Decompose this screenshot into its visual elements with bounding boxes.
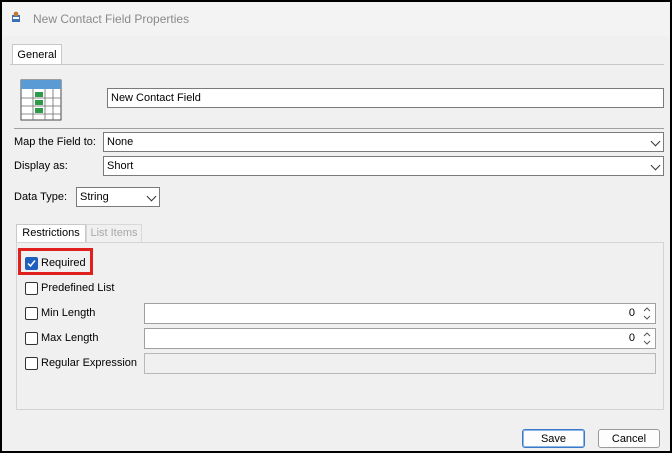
data-type-value: String <box>80 191 109 203</box>
map-field-value: None <box>107 136 134 148</box>
tab-restrictions[interactable]: Restrictions <box>16 224 86 243</box>
display-as-value: Short <box>107 160 134 172</box>
dialog-window: New Contact Field Properties General New… <box>0 0 672 453</box>
title-bar: New Contact Field Properties <box>2 2 670 36</box>
display-as-label: Display as: <box>14 160 68 172</box>
max-length-label: Max Length <box>41 332 99 344</box>
map-field-select[interactable]: None <box>103 132 664 152</box>
predefined-list-label: Predefined List <box>41 282 115 294</box>
cancel-button[interactable]: Cancel <box>598 429 660 448</box>
restrictions-panel <box>16 242 664 410</box>
tab-list-items[interactable]: List Items <box>86 224 142 243</box>
max-length-stepper[interactable]: 0 <box>144 328 656 349</box>
map-field-label: Map the Field to: <box>14 136 96 148</box>
max-length-checkbox[interactable] <box>25 332 38 345</box>
field-name-input[interactable]: New Contact Field <box>107 88 664 108</box>
window-title: New Contact Field Properties <box>33 12 190 26</box>
data-type-label: Data Type: <box>14 191 67 203</box>
regex-label: Regular Expression <box>41 357 137 369</box>
display-as-select[interactable]: Short <box>103 156 664 176</box>
min-length-value: 0 <box>628 307 635 319</box>
chevron-down-icon <box>650 136 661 147</box>
spinner-arrows-icon[interactable] <box>640 305 654 322</box>
save-button[interactable]: Save <box>522 429 585 448</box>
chevron-down-icon <box>650 160 661 171</box>
contact-app-icon <box>12 11 20 22</box>
separator <box>14 128 664 129</box>
min-length-checkbox[interactable] <box>25 307 38 320</box>
regex-input <box>144 353 656 374</box>
chevron-down-icon <box>146 191 157 202</box>
table-grid-icon <box>20 79 62 121</box>
max-length-value: 0 <box>628 332 635 344</box>
predefined-list-checkbox[interactable] <box>25 282 38 295</box>
data-type-select[interactable]: String <box>76 187 160 207</box>
min-length-label: Min Length <box>41 307 96 319</box>
spinner-arrows-icon[interactable] <box>640 330 654 347</box>
highlight-box <box>18 248 93 275</box>
min-length-stepper[interactable]: 0 <box>144 303 656 324</box>
tab-general[interactable]: General <box>12 44 62 66</box>
regex-checkbox[interactable] <box>25 357 38 370</box>
